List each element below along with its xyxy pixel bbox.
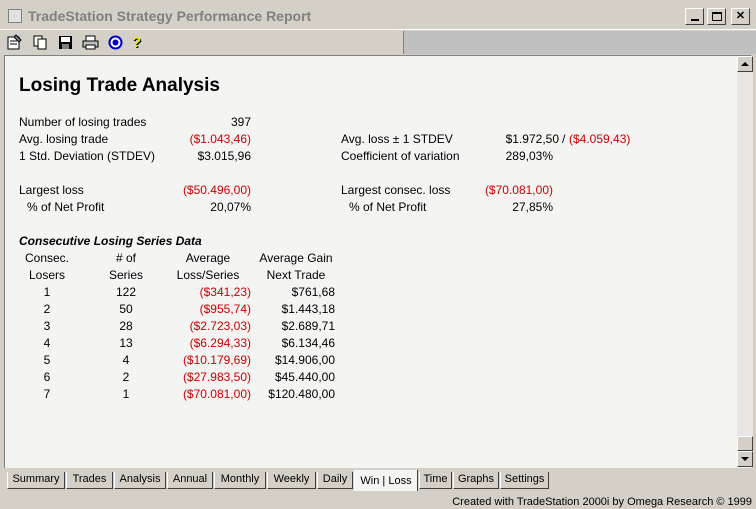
table-cell-series: 50 (119, 302, 133, 316)
window-title: TradeStation Strategy Performance Report (28, 8, 312, 24)
stat-value: 20,07% (210, 200, 251, 214)
tab-monthly[interactable]: Monthly (214, 472, 266, 489)
save-icon[interactable] (57, 34, 74, 51)
table-cell-gain: $6.134,46 (281, 336, 335, 350)
scroll-up-button[interactable] (737, 56, 753, 72)
tab-graphs[interactable]: Graphs (453, 472, 499, 489)
column-header: Next Trade (266, 268, 326, 282)
print-icon[interactable] (82, 34, 99, 51)
column-header: Series (108, 268, 143, 282)
column-header: Average Gain (259, 251, 333, 265)
title-bar: TradeStation Strategy Performance Report… (0, 0, 756, 30)
table-cell-series: 4 (122, 353, 130, 367)
stat-value: $1.972,50 (505, 132, 559, 146)
vertical-scrollbar[interactable] (737, 56, 753, 467)
tab-annual[interactable]: Annual (167, 472, 213, 489)
table-cell-series: 28 (119, 319, 133, 333)
stat-label: Number of losing trades (19, 115, 147, 129)
stat-label: Largest consec. loss (341, 183, 451, 197)
page-title: Losing Trade Analysis (19, 75, 220, 96)
tab-time[interactable]: Time (419, 472, 452, 489)
table-cell-series: 1 (122, 387, 130, 401)
app-icon (8, 9, 22, 23)
table-cell-gain: $1.443,18 (281, 302, 335, 316)
table-cell-series: 13 (119, 336, 133, 350)
table-cell-losers: 1 (43, 285, 51, 299)
tab-weekly[interactable]: Weekly (267, 472, 316, 489)
stat-separator: / (562, 132, 566, 146)
stat-label: Avg. losing trade (19, 132, 109, 146)
table-cell-gain: $2.689,71 (281, 319, 335, 333)
scroll-thumb[interactable] (737, 436, 753, 451)
table-cell-gain: $761,68 (291, 285, 335, 299)
tab-daily[interactable]: Daily (317, 472, 353, 489)
tab-win-loss[interactable]: Win | Loss (354, 470, 418, 491)
column-header: # of (115, 251, 136, 265)
table-cell-loss: ($10.179,69) (182, 353, 251, 367)
stat-label: Largest loss (19, 183, 84, 197)
tab-summary[interactable]: Summary (7, 472, 65, 489)
help-icon[interactable]: ? ? (129, 34, 146, 51)
table-cell-series: 122 (115, 285, 137, 299)
table-cell-loss: ($955,74) (199, 302, 251, 316)
table-cell-loss: ($6.294,33) (189, 336, 251, 350)
stat-value: 397 (230, 115, 251, 129)
table-cell-losers: 7 (43, 387, 51, 401)
arrow-up-icon (741, 62, 749, 66)
table-cell-loss: ($70.081,00) (182, 387, 251, 401)
close-icon: ✕ (735, 10, 746, 22)
table-cell-series: 2 (122, 370, 130, 384)
stat-value: 27,85% (512, 200, 553, 214)
table-cell-loss: ($2.723,03) (189, 319, 251, 333)
maximize-button[interactable] (707, 8, 726, 25)
arrow-down-icon (741, 457, 749, 461)
column-header: Consec. (24, 251, 70, 265)
section-title: Consecutive Losing Series Data (19, 234, 202, 248)
stat-label: 1 Std. Deviation (STDEV) (19, 149, 156, 163)
stat-value: ($50.496,00) (182, 183, 251, 197)
tab-trades[interactable]: Trades (66, 472, 113, 489)
stat-value: $3.015,96 (197, 149, 251, 163)
stat-label: Coefficient of variation (341, 149, 460, 163)
table-cell-losers: 3 (43, 319, 51, 333)
table-cell-losers: 5 (43, 353, 51, 367)
target-icon[interactable] (107, 34, 124, 51)
table-cell-loss: ($27.983,50) (182, 370, 251, 384)
table-cell-losers: 6 (43, 370, 51, 384)
stat-label: % of Net Profit (27, 200, 105, 214)
stat-label: Avg. loss ± 1 STDEV (341, 132, 453, 146)
column-header: Losers (28, 268, 66, 282)
column-header: Loss/Series (176, 268, 240, 282)
minimize-icon (690, 19, 699, 21)
table-cell-gain: $45.440,00 (274, 370, 335, 384)
stat-value: ($4.059,43) (569, 132, 631, 146)
svg-text:?: ? (132, 34, 141, 51)
report-content: Losing Trade Analysis Number of losing t… (5, 56, 735, 467)
table-cell-gain: $14.906,00 (274, 353, 335, 367)
table-cell-losers: 2 (43, 302, 51, 316)
properties-icon[interactable] (6, 34, 23, 51)
footer-credit: Created with TradeStation 2000i by Omega… (452, 496, 752, 508)
tab-analysis[interactable]: Analysis (114, 472, 166, 489)
report-frame: Losing Trade Analysis Number of losing t… (4, 55, 753, 468)
tab-strip: Summary Trades Analysis Annual Monthly Weekly… (4, 469, 752, 493)
maximize-icon (711, 12, 722, 21)
close-button[interactable]: ✕ (731, 8, 750, 25)
toolbar: ? ? (0, 31, 404, 54)
stat-label: % of Net Profit (349, 200, 427, 214)
toolbar-empty-area (404, 31, 756, 54)
stat-value: 289,03% (505, 149, 553, 163)
copy-icon[interactable] (32, 34, 49, 51)
column-header: Average (185, 251, 231, 265)
minimize-button[interactable] (685, 8, 704, 25)
table-cell-gain: $120.480,00 (268, 387, 335, 401)
tab-settings[interactable]: Settings (500, 472, 549, 489)
table-cell-losers: 4 (43, 336, 51, 350)
stat-value: ($1.043,46) (189, 132, 251, 146)
table-cell-loss: ($341,23) (199, 285, 251, 299)
stat-value: ($70.081,00) (484, 183, 553, 197)
scroll-down-button[interactable] (737, 451, 753, 467)
